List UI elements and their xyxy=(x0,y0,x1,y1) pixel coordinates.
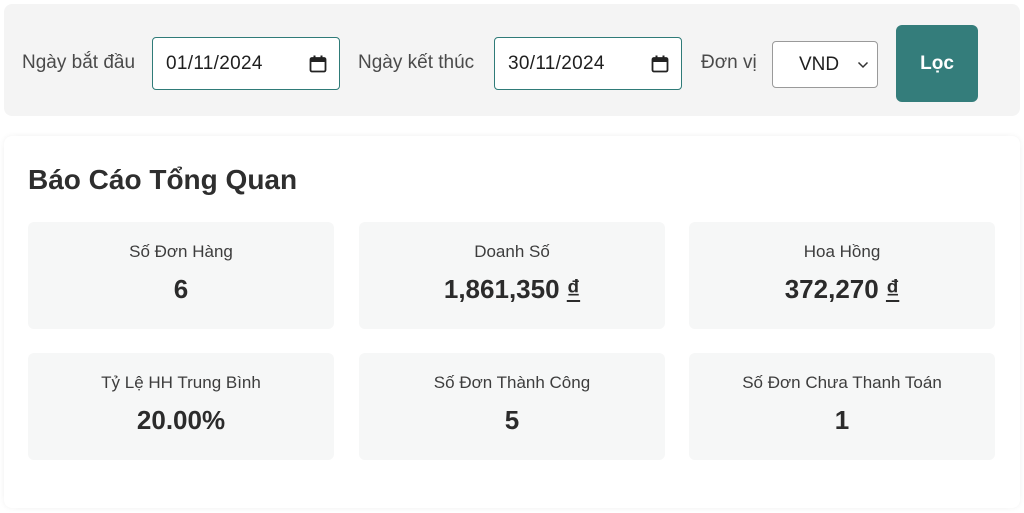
report-panel: Báo Cáo Tổng Quan Số Đơn Hàng 6 Doanh Số… xyxy=(4,136,1020,508)
stat-label: Doanh Số xyxy=(474,242,550,261)
end-date-value: 30/11/2024 xyxy=(508,52,605,74)
start-date-value: 01/11/2024 xyxy=(166,52,263,74)
stat-value: 1 xyxy=(834,405,850,435)
unit-select[interactable]: VND xyxy=(772,41,878,88)
stat-label: Số Đơn Thành Công xyxy=(433,373,591,392)
unit-select-value: VND xyxy=(798,53,840,75)
stat-label: Số Đơn Chưa Thanh Toán xyxy=(742,373,942,392)
stat-card-successful-orders: Số Đơn Thành Công 5 xyxy=(359,353,665,460)
stat-label: Số Đơn Hàng xyxy=(129,242,233,261)
end-date-input[interactable]: 30/11/2024 xyxy=(494,37,682,90)
stat-card-avg-commission-rate: Tỷ Lệ HH Trung Bình 20.00% xyxy=(28,353,334,460)
stat-value: 5 xyxy=(504,405,520,435)
stat-card-order-count: Số Đơn Hàng 6 xyxy=(28,222,334,329)
stat-label: Tỷ Lệ HH Trung Bình xyxy=(101,373,261,392)
stat-value: 372,270 ₫ xyxy=(784,274,900,304)
currency-symbol: ₫ xyxy=(885,274,900,304)
filter-button[interactable]: Lọc xyxy=(896,25,978,102)
stat-value: 1,861,350 ₫ xyxy=(443,274,581,304)
stat-value: 20.00% xyxy=(136,405,226,435)
stat-card-unpaid-orders: Số Đơn Chưa Thanh Toán 1 xyxy=(689,353,995,460)
chevron-down-icon xyxy=(857,61,869,69)
end-date-label: Ngày kết thúc xyxy=(358,52,475,73)
stat-card-revenue: Doanh Số 1,861,350 ₫ xyxy=(359,222,665,329)
filter-bar: Ngày bắt đầu 01/11/2024 Ngày kết thúc 30… xyxy=(4,4,1020,116)
stat-label: Hoa Hồng xyxy=(803,242,881,261)
stat-value: 6 xyxy=(173,274,189,304)
calendar-icon[interactable] xyxy=(651,55,669,73)
page-title: Báo Cáo Tổng Quan xyxy=(28,164,298,195)
unit-label: Đơn vị xyxy=(701,52,757,73)
start-date-input[interactable]: 01/11/2024 xyxy=(152,37,340,90)
stat-card-commission: Hoa Hồng 372,270 ₫ xyxy=(689,222,995,329)
calendar-icon[interactable] xyxy=(309,55,327,73)
start-date-label: Ngày bắt đầu xyxy=(22,52,136,73)
currency-symbol: ₫ xyxy=(566,274,581,304)
